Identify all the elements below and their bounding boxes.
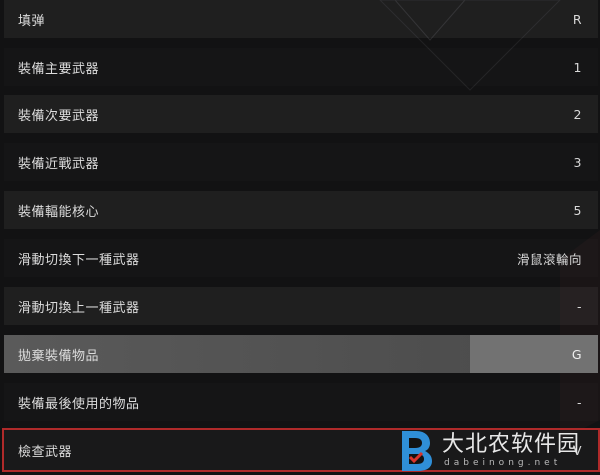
site-logo-icon	[402, 430, 432, 471]
keybind-row-next-weapon[interactable]: 滑動切換下一種武器 滑鼠滾輪向	[4, 239, 598, 277]
keybind-row-drop-item[interactable]: 拋棄裝備物品 G	[4, 335, 598, 373]
keybind-label: 滑動切換上一種武器	[18, 300, 140, 316]
watermark-title: 大北农软件园	[442, 431, 581, 457]
keybind-label: 填弹	[18, 13, 46, 29]
keybind-label: 檢查武器	[18, 444, 73, 460]
keybind-key[interactable]: G	[572, 347, 582, 362]
site-watermark: 大北农软件园 dabeinong.net	[396, 424, 600, 475]
keybind-row-equip-core[interactable]: 裝備輻能核心 5	[4, 191, 598, 229]
keybind-label: 滑動切換下一種武器	[18, 252, 140, 268]
keybind-row-reload[interactable]: 填弹 R	[4, 0, 598, 38]
keybind-row-prev-weapon[interactable]: 滑動切換上一種武器 -	[4, 287, 598, 325]
keybind-key[interactable]: 1	[574, 60, 582, 75]
keybind-key[interactable]: 3	[574, 155, 582, 170]
keybind-label: 拋棄裝備物品	[18, 348, 100, 364]
keybind-row-equip-primary[interactable]: 裝備主要武器 1	[4, 48, 598, 86]
keybind-key[interactable]: R	[573, 12, 582, 27]
keybind-key[interactable]: 滑鼠滾輪向	[517, 249, 582, 268]
keybind-row-equip-secondary[interactable]: 裝備次要武器 2	[4, 95, 598, 133]
keybind-key[interactable]: -	[577, 395, 582, 410]
keybind-label: 裝備主要武器	[18, 61, 100, 77]
keybind-row-equip-melee[interactable]: 裝備近戰武器 3	[4, 143, 598, 181]
watermark-url: dabeinong.net	[444, 457, 562, 468]
keybind-key[interactable]: 2	[574, 107, 582, 122]
keybind-key[interactable]: -	[577, 299, 582, 314]
keybind-label: 裝備最後使用的物品	[18, 396, 140, 412]
keybind-key[interactable]: 5	[574, 203, 582, 218]
keybind-label: 裝備次要武器	[18, 108, 100, 124]
keybind-row-last-used-item[interactable]: 裝備最後使用的物品 -	[4, 383, 598, 421]
keybind-label: 裝備近戰武器	[18, 156, 100, 172]
keybind-label: 裝備輻能核心	[18, 204, 100, 220]
